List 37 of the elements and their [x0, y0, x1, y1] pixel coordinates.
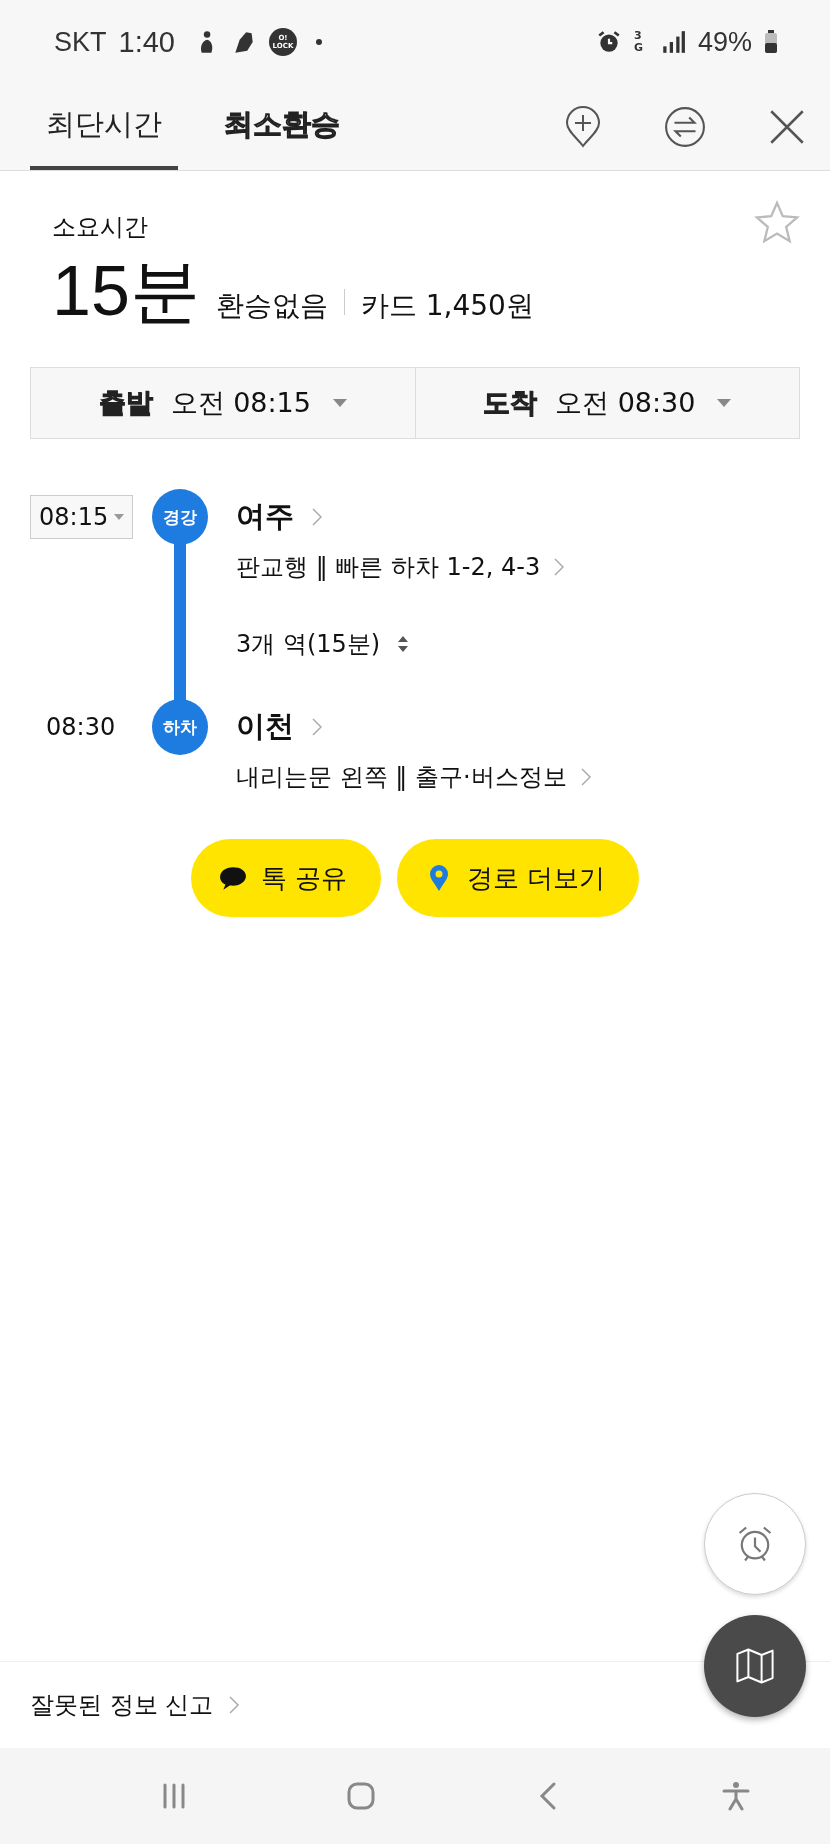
network-text: 3G [633, 30, 644, 54]
star-icon[interactable] [754, 199, 800, 245]
transfer-text: 환승없음 [215, 288, 328, 324]
fare-text: 카드 1,450원 [360, 288, 534, 324]
line-badge: 경강 [152, 489, 208, 545]
action-button[interactable]: 톡 공유 [190, 839, 381, 917]
station-link[interactable]: 이천 [208, 699, 322, 755]
chevron-icon [554, 558, 565, 576]
route-tab[interactable]: 최소환승 [208, 84, 356, 170]
expand-icon [398, 636, 409, 652]
home-icon[interactable] [346, 1781, 377, 1811]
speech-bubble-icon [218, 864, 247, 892]
route-tab[interactable]: 최단시간 [30, 84, 178, 170]
chevron-icon [312, 508, 322, 526]
arrival-time: 08:30 [45, 713, 116, 741]
battery-icon [764, 30, 778, 54]
swap-icon[interactable] [664, 105, 706, 149]
report-link[interactable]: 잘못된 정보 신고 [30, 1689, 240, 1721]
time-dropdown[interactable]: 08:15 [30, 495, 134, 539]
clock-text: 1:40 [118, 25, 175, 59]
caret-icon [114, 514, 125, 520]
dot-icon [314, 38, 323, 46]
station-detail-link[interactable]: 판교행 ‖ 빠른 하차 1-2, 4-3 [208, 551, 565, 583]
battery-text: 49% [697, 26, 752, 58]
station-link[interactable]: 여주 [208, 489, 322, 545]
duration-label: 소요시간 [52, 212, 148, 243]
carrier-text: SKT [54, 26, 107, 58]
action-button[interactable]: 경로 더보기 [397, 839, 640, 917]
stations-toggle[interactable]: 3개 역(15분) [208, 628, 409, 660]
chevron-icon [229, 1696, 240, 1714]
chevron-icon [580, 768, 591, 786]
station-detail-link[interactable]: 내리는문 왼쪽 ‖ 출구·버스정보 [208, 761, 591, 793]
line-badge: 하차 [152, 699, 208, 755]
accessibility-icon[interactable] [721, 1781, 752, 1811]
duration-text: 15분 [52, 251, 200, 332]
map-button[interactable] [704, 1615, 806, 1717]
chevron-icon [312, 718, 322, 736]
